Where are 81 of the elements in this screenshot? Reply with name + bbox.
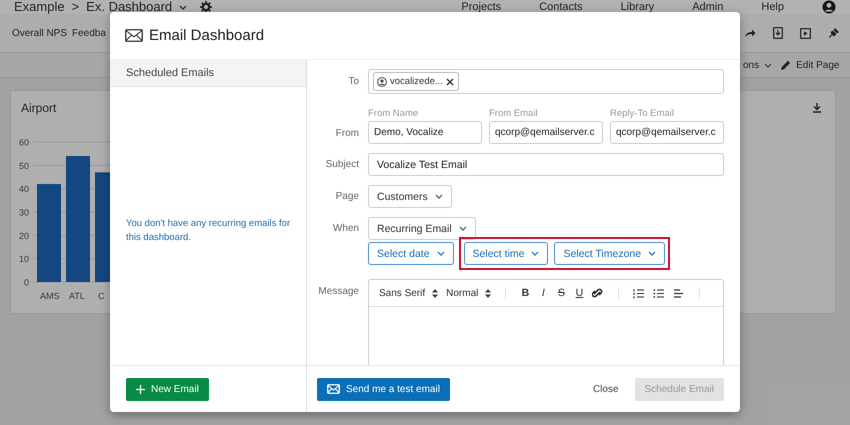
text-field[interactable]: qcorp@qemailserver.c bbox=[489, 121, 603, 144]
field-label: Message bbox=[317, 285, 360, 297]
sidebar-header: Scheduled Emails bbox=[110, 60, 306, 87]
breadcrumb-separator: > bbox=[72, 0, 80, 14]
format-button[interactable]: S bbox=[556, 287, 566, 299]
nav-link[interactable]: Projects bbox=[461, 1, 502, 13]
empty-state-message: You don't have any recurring emails for this dashboard. bbox=[126, 217, 292, 245]
axis-tick-label: 40 bbox=[18, 184, 29, 194]
breadcrumb-link[interactable]: Example bbox=[14, 0, 65, 14]
date-time-dropdown[interactable]: Select date bbox=[368, 242, 454, 265]
size-select[interactable]: Normal bbox=[446, 288, 492, 298]
axis-tick-label: 20 bbox=[18, 230, 29, 241]
share-arrow-icon[interactable] bbox=[744, 28, 756, 38]
field-label: Page bbox=[334, 191, 360, 202]
format-button[interactable]: B bbox=[520, 287, 530, 299]
align-left-icon[interactable] bbox=[673, 288, 686, 298]
format-button[interactable]: I bbox=[538, 287, 548, 299]
pencil-icon bbox=[780, 60, 792, 70]
caret-icon bbox=[436, 251, 445, 256]
dashboard-title[interactable]: Ex. Dashboard bbox=[86, 0, 172, 14]
subject-field[interactable]: Vocalize Test Email bbox=[368, 153, 724, 176]
field-caption: Reply-To Email bbox=[610, 108, 675, 119]
link-icon[interactable] bbox=[592, 288, 604, 298]
field-caption: From Name bbox=[368, 108, 420, 119]
settings-icon[interactable] bbox=[200, 1, 212, 13]
axis-tick-label: 30 bbox=[18, 208, 29, 218]
nav-link[interactable]: Admin bbox=[692, 1, 724, 13]
field-label: From bbox=[334, 128, 360, 141]
date-time-dropdown[interactable]: Select Timezone bbox=[554, 242, 666, 265]
recipient-chip[interactable]: vocalizede... bbox=[373, 72, 459, 91]
bullet-list-icon[interactable] bbox=[653, 288, 666, 298]
close-icon[interactable] bbox=[446, 78, 454, 86]
font-select[interactable]: Sans Serif bbox=[379, 288, 438, 298]
card-title: Airport bbox=[21, 101, 56, 115]
axis-tick-label: 50 bbox=[18, 160, 29, 171]
category-label: ATL bbox=[69, 291, 85, 301]
date-time-dropdown[interactable]: Select time bbox=[464, 242, 548, 265]
caret-icon bbox=[434, 194, 443, 199]
category-label: C bbox=[98, 291, 104, 301]
envelope-icon bbox=[327, 384, 340, 394]
caret-icon bbox=[531, 251, 540, 256]
envelope-icon bbox=[125, 29, 143, 42]
edit-page-button[interactable]: Edit Page bbox=[780, 60, 840, 70]
options-menu[interactable]: ons bbox=[743, 60, 772, 70]
page-dropdown[interactable]: Customers bbox=[368, 185, 452, 208]
nav-link[interactable]: Library bbox=[620, 1, 654, 13]
document-download-icon[interactable] bbox=[773, 27, 783, 39]
caret-icon bbox=[179, 4, 188, 10]
caret-icon bbox=[764, 62, 772, 68]
nav-link[interactable]: Help bbox=[761, 1, 784, 13]
field-caption: From Email bbox=[489, 108, 539, 119]
text-field[interactable]: Demo, Vocalize bbox=[368, 121, 482, 144]
download-icon[interactable] bbox=[812, 103, 822, 113]
modal-title: Email Dashboard bbox=[149, 27, 264, 44]
dashboard-tab[interactable]: Feedba bbox=[72, 28, 106, 38]
axis-tick-label: 10 bbox=[18, 254, 29, 264]
close-button[interactable]: Close bbox=[582, 378, 629, 400]
category-label: AMS bbox=[40, 291, 60, 301]
axis-tick-label: 60 bbox=[18, 138, 29, 148]
ordered-list-icon[interactable] bbox=[633, 288, 646, 298]
text-field[interactable]: qcorp@qemailserver.c bbox=[610, 121, 724, 144]
new-email-button[interactable]: New Email bbox=[126, 378, 209, 400]
recipient-field[interactable]: vocalizede... bbox=[368, 69, 724, 94]
play-icon[interactable] bbox=[800, 28, 811, 38]
axis-tick-label: 0 bbox=[24, 278, 29, 288]
brush-icon[interactable] bbox=[828, 27, 840, 39]
nav-link[interactable]: Contacts bbox=[539, 1, 583, 13]
field-label: To bbox=[347, 76, 360, 87]
dashboard-tab[interactable]: Overall NPS bbox=[12, 28, 68, 38]
caret-icon bbox=[458, 226, 467, 231]
avatar-icon[interactable] bbox=[822, 0, 836, 14]
field-label: Subject bbox=[324, 159, 360, 170]
caret-icon bbox=[648, 251, 656, 256]
field-label: When bbox=[332, 222, 360, 234]
format-button[interactable]: U bbox=[574, 287, 584, 299]
person-icon bbox=[377, 76, 387, 86]
plus-icon bbox=[136, 384, 145, 394]
sort-arrows-icon bbox=[485, 288, 492, 298]
schedule-dropdown[interactable]: Recurring Email bbox=[368, 217, 476, 240]
sort-arrows-icon bbox=[432, 288, 438, 298]
send-test-email-button[interactable]: Send me a test email bbox=[317, 378, 450, 400]
